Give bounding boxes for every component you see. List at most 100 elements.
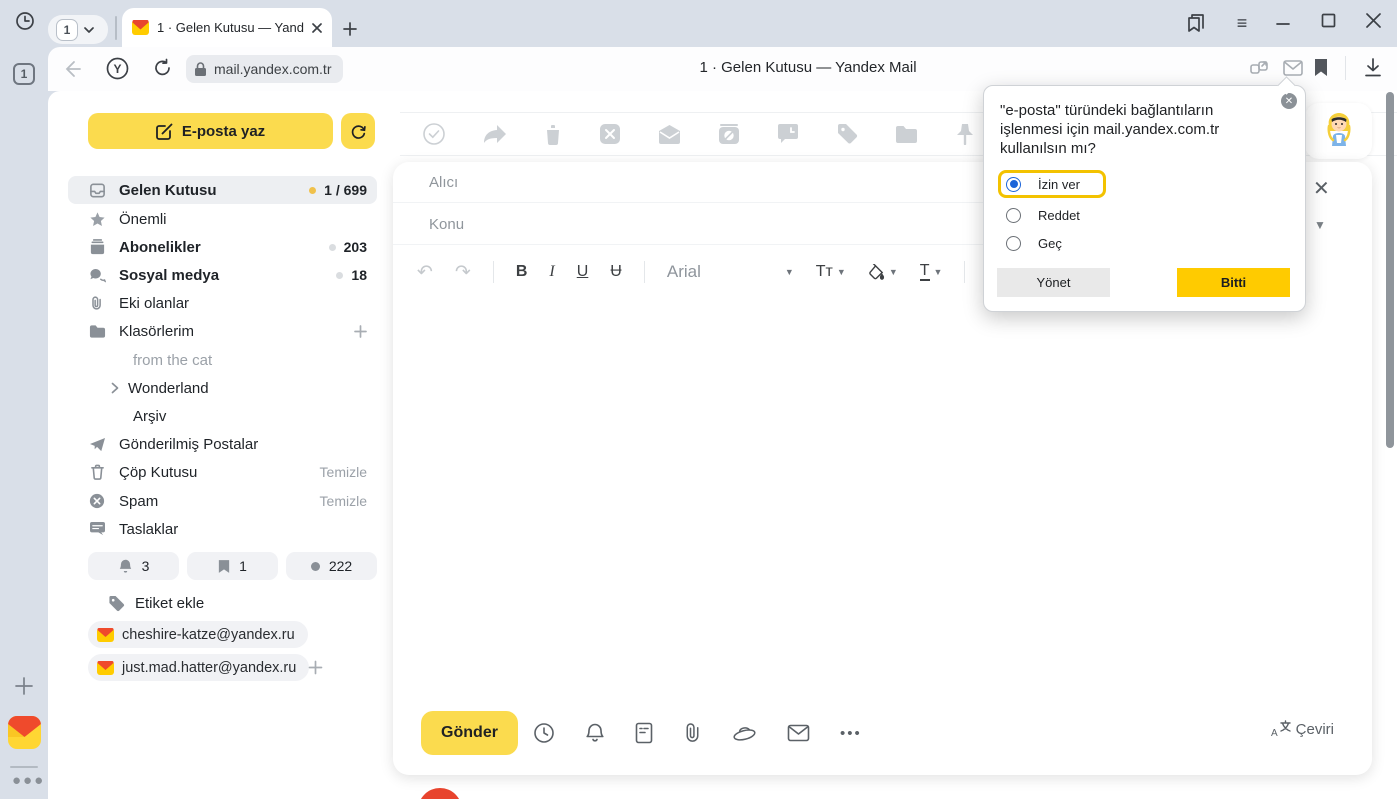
popup-close-icon[interactable]: ✕: [1281, 93, 1297, 109]
yandex-y-icon[interactable]: Y: [106, 57, 129, 80]
close-compose-icon[interactable]: ✕: [1313, 176, 1330, 201]
scrollbar-thumb[interactable]: [1386, 92, 1394, 448]
text-color-select[interactable]: T▼: [920, 263, 943, 281]
chevron-down-icon: [84, 26, 94, 34]
send-button[interactable]: Gönder: [421, 711, 518, 755]
move-folder-icon[interactable]: [895, 125, 918, 144]
history-clock-icon[interactable]: [14, 10, 36, 32]
folder-label: Sosyal medya: [119, 267, 219, 284]
bold-button[interactable]: B: [516, 263, 528, 281]
bookmarked-pill[interactable]: 1: [187, 552, 278, 580]
attach-from-mail-icon[interactable]: [787, 724, 810, 742]
sidebar-item-trash[interactable]: Çöp Kutusu Temizle: [68, 458, 377, 486]
font-family-select[interactable]: Arial: [667, 262, 763, 282]
new-tab-icon[interactable]: [343, 22, 357, 36]
chevron-down-icon[interactable]: ▼: [785, 267, 794, 277]
sidebar-item-wonderland[interactable]: Wonderland: [68, 374, 377, 402]
compose-button-label: E-posta yaz: [182, 123, 265, 140]
mark-spam-icon[interactable]: [599, 123, 621, 145]
radio-option-deny[interactable]: Reddet: [998, 201, 1080, 229]
sidebar-item-sent[interactable]: Gönderilmiş Postalar: [68, 430, 377, 458]
share-icon[interactable]: [1249, 58, 1269, 78]
window-minimize-icon[interactable]: [1276, 22, 1290, 26]
template-icon[interactable]: [635, 722, 653, 744]
forward-icon[interactable]: [483, 124, 507, 144]
expand-chevron-icon[interactable]: [111, 382, 119, 394]
tab-close-icon[interactable]: [312, 23, 322, 33]
underline-button[interactable]: U: [577, 263, 589, 281]
highlight-color-select[interactable]: ▼: [868, 264, 898, 281]
workspace-number-box[interactable]: 1: [13, 63, 35, 85]
browser-menu-icon[interactable]: ≡: [1226, 8, 1258, 38]
recipient-placeholder: Alıcı: [429, 174, 458, 191]
sidebar-item-from-the-cat[interactable]: from the cat: [68, 346, 377, 374]
sidebar-item-with-attachments[interactable]: Eki olanlar: [68, 289, 377, 317]
redo-icon[interactable]: ↷: [455, 261, 471, 284]
bookmark-icon[interactable]: [1314, 58, 1328, 77]
italic-button[interactable]: I: [549, 263, 554, 281]
message-body-field[interactable]: [393, 296, 1372, 696]
window-maximize-icon[interactable]: [1321, 13, 1336, 28]
snooze-icon[interactable]: [777, 123, 799, 145]
add-account-icon[interactable]: [308, 660, 323, 675]
bookmarks-panel-icon[interactable]: [1186, 13, 1206, 33]
undo-icon[interactable]: ↶: [417, 261, 433, 284]
compose-email-button[interactable]: E-posta yaz: [88, 113, 333, 149]
radio-option-skip[interactable]: Geç: [998, 229, 1062, 257]
notify-bell-icon[interactable]: [585, 722, 605, 744]
folder-count: 203: [344, 239, 367, 255]
attach-file-icon[interactable]: [683, 722, 702, 744]
sidebar-item-drafts[interactable]: Taslaklar: [68, 515, 377, 543]
rail-more-icon[interactable]: ●●●: [12, 772, 45, 789]
sidebar-item-subscriptions[interactable]: Abonelikler 203: [68, 233, 377, 261]
protocol-handler-envelope-icon[interactable]: [1283, 60, 1303, 76]
manage-button[interactable]: Yönet: [997, 268, 1110, 297]
schedule-send-icon[interactable]: [533, 722, 555, 744]
done-button[interactable]: Bitti: [1177, 268, 1290, 297]
sidebar-item-important[interactable]: Önemli: [68, 205, 377, 233]
clean-spam-link[interactable]: Temizle: [320, 493, 367, 509]
reload-icon[interactable]: [153, 58, 173, 78]
clean-trash-link[interactable]: Temizle: [320, 464, 367, 480]
more-options-icon[interactable]: •••: [840, 725, 862, 742]
tab-group-number: 1: [56, 19, 78, 41]
sidebar-item-archive[interactable]: Arşiv: [68, 402, 377, 430]
strikethrough-button[interactable]: Ʉ: [610, 263, 622, 281]
address-bar[interactable]: mail.yandex.com.tr: [186, 55, 343, 83]
manage-label: Yönet: [1037, 275, 1071, 290]
pin-icon[interactable]: [955, 123, 975, 145]
sidebar-item-inbox[interactable]: Gelen Kutusu 1 / 699: [68, 176, 377, 204]
radio-option-allow[interactable]: İzin ver: [998, 170, 1106, 198]
sidebar-item-social[interactable]: Sosyal medya 18: [68, 261, 377, 289]
tab-group-pill[interactable]: 1: [48, 15, 108, 44]
font-size-select[interactable]: Tᴛ▼: [816, 263, 846, 281]
back-icon[interactable]: [62, 59, 82, 79]
sidebar-item-spam[interactable]: Spam Temizle: [68, 487, 377, 515]
label-icon[interactable]: [836, 123, 858, 145]
chevron-down-icon: ▼: [837, 267, 846, 277]
notifications-pill[interactable]: 3: [88, 552, 179, 580]
user-avatar-card[interactable]: [1305, 103, 1372, 159]
add-tag-button[interactable]: Etiket ekle: [108, 591, 204, 615]
unread-pill[interactable]: 222: [286, 552, 377, 580]
folder-label: Klasörlerim: [119, 323, 194, 340]
window-close-icon[interactable]: [1366, 13, 1381, 28]
rail-add-icon[interactable]: [15, 677, 33, 695]
active-tab[interactable]: 1 · Gelen Kutusu — Yand: [122, 8, 332, 47]
refresh-mail-button[interactable]: [341, 113, 375, 149]
trash-icon: [88, 464, 106, 480]
collapse-compose-icon[interactable]: ▼: [1314, 218, 1326, 232]
add-folder-icon[interactable]: [354, 325, 367, 338]
account-cheshire[interactable]: cheshire-katze@yandex.ru: [88, 621, 308, 648]
sidebar-item-my-folders[interactable]: Klasörlerim: [68, 317, 377, 345]
downloads-icon[interactable]: [1364, 58, 1382, 78]
archive-icon[interactable]: [718, 123, 740, 145]
translate-label: Çeviri: [1296, 721, 1334, 738]
translate-button[interactable]: A Çeviri: [1270, 720, 1334, 738]
select-all-icon[interactable]: [422, 122, 446, 146]
account-hatter[interactable]: just.mad.hatter@yandex.ru: [88, 654, 309, 681]
toolbar-divider: [1345, 56, 1346, 80]
delete-icon[interactable]: [544, 124, 562, 145]
attach-from-disk-icon[interactable]: [732, 723, 757, 743]
mark-read-icon[interactable]: [658, 124, 681, 144]
